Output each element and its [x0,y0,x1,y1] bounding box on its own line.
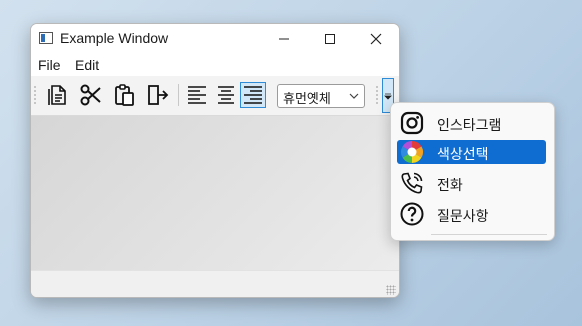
color-wheel-icon [399,139,425,165]
menu-file[interactable]: File [38,57,61,73]
new-document-button[interactable] [45,82,71,108]
title-bar[interactable]: Example Window [31,24,399,54]
align-left-button[interactable] [184,82,210,108]
menu-edit[interactable]: Edit [75,57,99,73]
toolbar-separator [178,84,179,106]
paste-icon [115,84,134,106]
maximize-icon [325,34,335,44]
menu-item-instagram[interactable]: 인스타그램 [397,111,546,135]
close-button[interactable] [353,24,399,54]
menu-item-label: 전화 [437,178,463,194]
window-title: Example Window [60,30,169,46]
phone-icon [399,170,425,196]
exit-button[interactable] [144,82,170,108]
extension-arrow-icon [384,93,392,100]
menu-item-color-picker[interactable]: 색상선택 [397,140,546,164]
menu-separator [431,234,547,235]
maximize-button[interactable] [307,24,353,54]
menu-item-label: 인스타그램 [437,118,502,134]
menu-item-phone[interactable]: 전화 [397,171,546,195]
minimize-button[interactable] [261,24,307,54]
align-center-icon [218,86,234,104]
app-icon [39,32,53,44]
align-justify-button[interactable] [240,82,266,108]
main-window: Example Window File Edit 휴먼옛체 [30,23,400,298]
size-grip[interactable] [386,285,396,295]
new-document-icon [48,85,66,105]
toolbar: 휴먼옛체 [31,76,399,116]
paste-button[interactable] [111,82,137,108]
menu-bar: File Edit [31,54,399,76]
align-center-button[interactable] [213,82,239,108]
font-combo[interactable]: 휴먼옛체 [277,84,365,108]
close-icon [370,33,382,45]
menu-item-faq[interactable]: 질문사항 [397,202,546,226]
align-left-icon [188,86,206,104]
central-area [31,116,399,270]
question-icon [399,201,425,227]
minimize-icon [279,38,289,40]
menu-item-label: 질문사항 [437,209,489,225]
status-bar [31,270,399,297]
cut-button[interactable] [78,82,104,108]
chevron-down-icon [349,93,359,99]
instagram-icon [399,110,425,136]
align-justify-icon [244,86,262,104]
cut-icon [80,84,101,106]
exit-icon [148,85,169,105]
toolbar-grip[interactable] [34,85,36,105]
toolbar-grip-2[interactable] [376,85,378,105]
toolbar-overflow-menu: 인스타그램 색상선택 전화 질문사항 [390,102,555,241]
menu-item-label: 색상선택 [437,147,489,163]
font-combo-value: 휴먼옛체 [283,92,331,107]
